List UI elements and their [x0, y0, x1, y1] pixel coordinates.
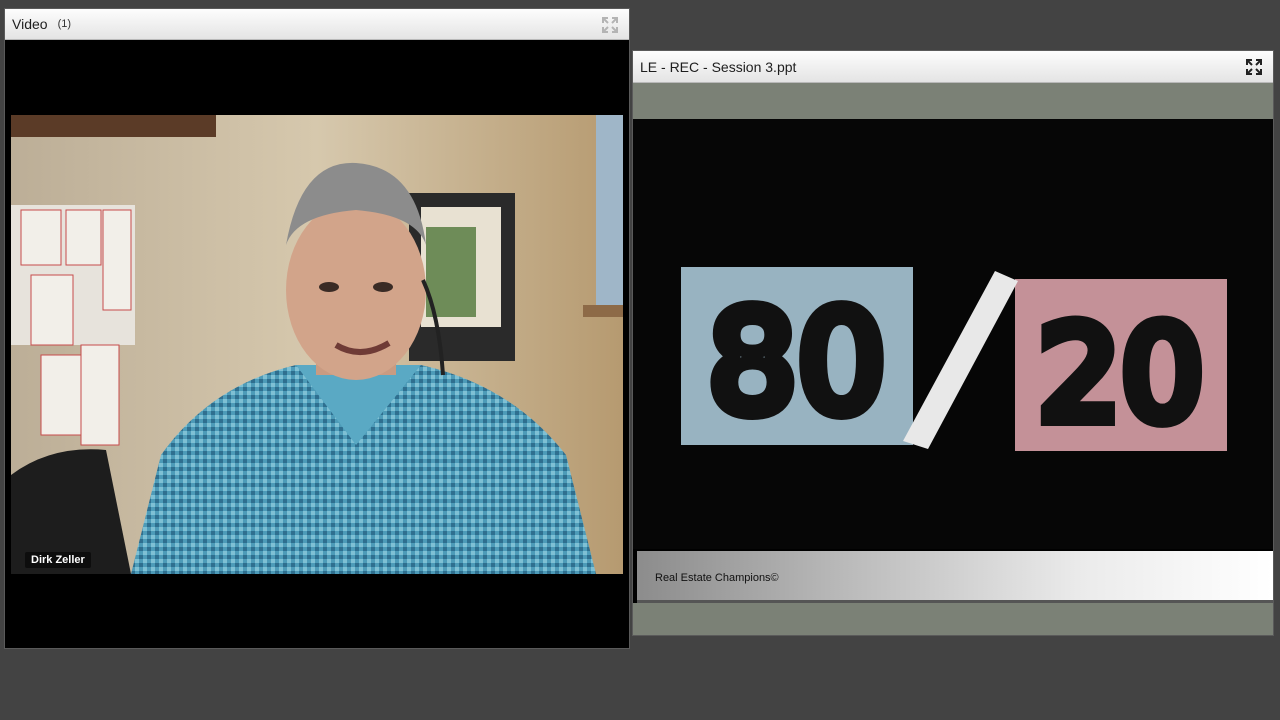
webcam-image — [11, 115, 623, 574]
slide-footer-text: Real Estate Champions© — [655, 572, 779, 584]
expand-arrows-icon — [602, 17, 618, 33]
participant-video: Dirk Zeller — [11, 115, 623, 574]
slide-number-right: 20 — [1038, 298, 1203, 450]
slide-number-left: 80 — [708, 282, 886, 445]
chalkboard-image: 80 20 — [633, 119, 1273, 549]
slide-footer: Real Estate Champions© — [637, 551, 1273, 603]
share-pod-header: LE - REC - Session 3.ppt — [633, 51, 1273, 83]
share-fullscreen-button[interactable] — [1245, 58, 1263, 79]
video-fullscreen-button[interactable] — [601, 16, 619, 37]
video-pod-title: Video — [12, 16, 48, 32]
video-participant-count: (1) — [57, 18, 72, 30]
expand-arrows-icon — [1246, 59, 1262, 75]
video-pod: Video (1) Dirk Zeller — [4, 8, 630, 649]
video-pod-header: Video (1) — [5, 9, 629, 40]
participant-name-tag: Dirk Zeller — [25, 552, 91, 568]
share-content-area: 80 20 Real Estate Champions© — [633, 83, 1273, 635]
share-pod-title: LE - REC - Session 3.ppt — [640, 58, 797, 75]
share-pod: LE - REC - Session 3.ppt 80 20 Real Esta… — [632, 50, 1274, 636]
presentation-slide: 80 20 Real Estate Champions© — [633, 119, 1273, 603]
